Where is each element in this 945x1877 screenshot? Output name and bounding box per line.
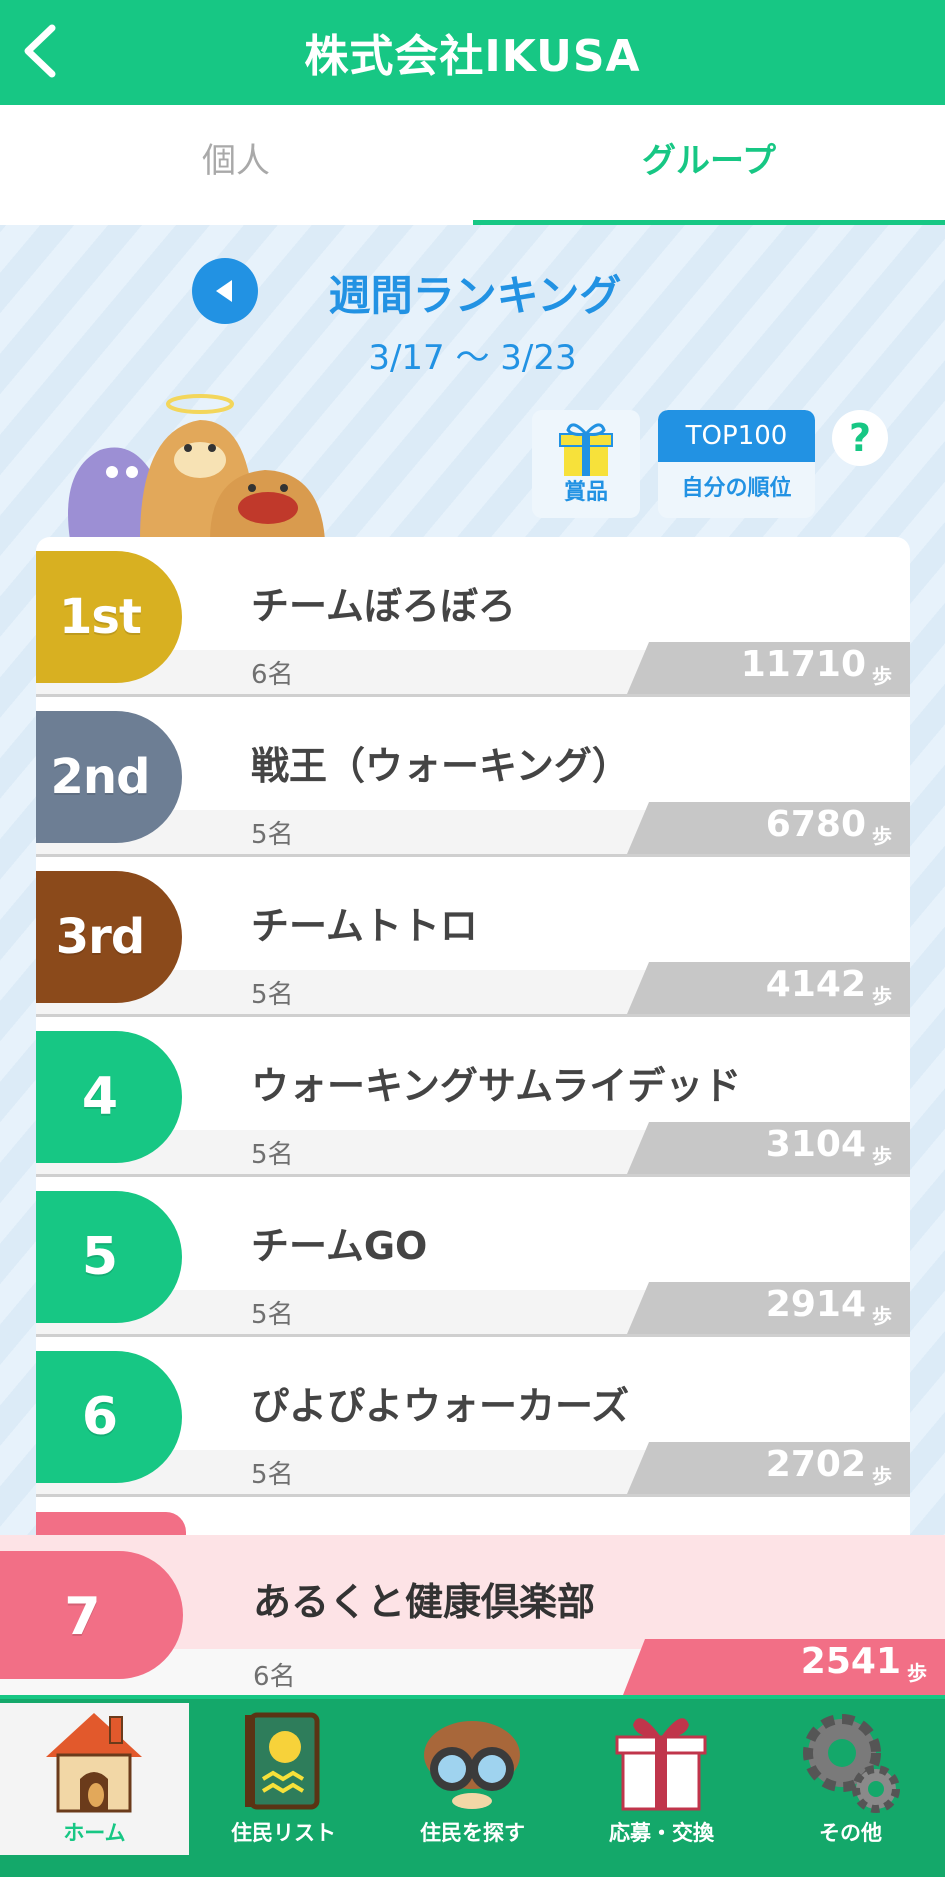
rank-badge: 4	[36, 1031, 182, 1163]
steps-box: 2702 歩	[627, 1442, 910, 1494]
page-title: 株式会社IKUSA	[304, 31, 641, 82]
nav-home[interactable]: ホーム	[0, 1703, 189, 1855]
prize-button[interactable]: 賞品	[532, 410, 640, 518]
team-name: あるくと健康倶楽部	[253, 1580, 596, 1624]
steps-unit: 歩	[872, 1464, 892, 1488]
member-count: 5名	[251, 820, 294, 850]
caret-left-icon	[216, 280, 232, 302]
team-name: チームぼろぼろ	[251, 584, 516, 628]
steps-box: 2541 歩	[623, 1639, 945, 1695]
nav-label: 住民リスト	[231, 1821, 336, 1845]
steps-unit: 歩	[872, 824, 892, 848]
member-count: 5名	[251, 980, 294, 1010]
steps-unit: 歩	[872, 1304, 892, 1328]
ranking-row[interactable]: 3rd チームトトロ 5名 4142 歩	[36, 857, 910, 1017]
ranking-row[interactable]: 5 チームGO 5名 2914 歩	[36, 1177, 910, 1337]
member-count: 6名	[251, 660, 294, 690]
gift-box-icon	[559, 423, 613, 476]
steps-box: 11710 歩	[627, 642, 910, 694]
rank-number: 6	[81, 1387, 119, 1447]
gear-icon	[803, 1714, 900, 1813]
steps-box: 6780 歩	[627, 802, 910, 854]
nav-label: 住民を探す	[420, 1821, 525, 1845]
steps-value: 2914	[765, 1284, 866, 1325]
team-name: チームGO	[251, 1224, 428, 1268]
tab-individual[interactable]: 個人	[0, 105, 472, 225]
member-count: 5名	[251, 1140, 294, 1170]
steps-unit: 歩	[872, 1144, 892, 1168]
steps-value: 4142	[765, 964, 866, 1005]
nav-apply-exchange[interactable]: 応募・交換	[567, 1703, 756, 1855]
steps-unit: 歩	[907, 1661, 927, 1685]
book-icon	[245, 1712, 320, 1810]
my-rank-label: 自分の順位	[681, 476, 792, 501]
rank-number: 2nd	[50, 749, 151, 805]
member-count: 5名	[251, 1460, 294, 1490]
ranking-title: 週間ランキング	[328, 271, 622, 320]
tab-group[interactable]: グループ	[473, 105, 945, 225]
ranking-row[interactable]: 4 ウォーキングサムライデッド 5名 3104 歩	[36, 1017, 910, 1177]
top100-label: TOP100	[658, 410, 815, 462]
ranking-row[interactable]: 2nd 戦王（ウォーキング） 5名 6780 歩	[36, 697, 910, 857]
member-count: 5名	[251, 1300, 294, 1330]
rank-badge: 6	[36, 1351, 182, 1483]
ranking-row[interactable]: 6 ぴよぴよウォーカーズ 5名 2702 歩	[36, 1337, 910, 1497]
steps-value: 2541	[800, 1641, 901, 1682]
nav-label: ホーム	[63, 1821, 126, 1845]
previous-week-button[interactable]	[192, 258, 258, 324]
team-name: ぴよぴよウォーカーズ	[251, 1384, 630, 1428]
nav-label: 応募・交換	[609, 1821, 714, 1845]
my-rank-badge: 7	[0, 1551, 183, 1679]
rank-number: 4	[81, 1067, 119, 1127]
rank-badge-bronze: 3rd	[36, 871, 182, 1003]
house-icon	[46, 1713, 142, 1813]
ranking-row[interactable]: 1st チームぼろぼろ 6名 11710 歩	[36, 537, 910, 697]
nav-other[interactable]: その他	[756, 1703, 945, 1855]
steps-box: 3104 歩	[627, 1122, 910, 1174]
rank-badge-silver: 2nd	[36, 711, 182, 843]
steps-unit: 歩	[872, 664, 892, 688]
steps-unit: 歩	[872, 984, 892, 1008]
ranking-list: 1st チームぼろぼろ 6名 11710 歩 2nd 戦王（ウォーキング） 5名…	[36, 537, 910, 1537]
steps-box: 2914 歩	[627, 1282, 910, 1334]
team-name: 戦王（ウォーキング）	[251, 744, 630, 788]
rank-number: 3rd	[55, 909, 145, 965]
mascot-characters-illustration	[68, 394, 325, 540]
app-header: 株式会社IKUSA	[0, 0, 945, 105]
nav-find-residents[interactable]: 住民を探す	[378, 1703, 567, 1855]
my-team-row[interactable]: 7 あるくと健康倶楽部 6名 2541 歩	[0, 1535, 945, 1695]
rank-badge: 5	[36, 1191, 182, 1323]
help-button[interactable]: ?	[832, 410, 888, 466]
member-count: 6名	[253, 1662, 296, 1692]
nav-resident-list[interactable]: 住民リスト	[189, 1703, 378, 1855]
rank-number: 5	[81, 1227, 119, 1287]
date-range: 3/17 〜 3/23	[368, 338, 577, 378]
steps-box: 4142 歩	[627, 962, 910, 1014]
steps-value: 3104	[765, 1124, 866, 1165]
rank-badge-gold: 1st	[36, 551, 182, 683]
bottom-navigation: ホーム 住民リスト 住民を探す 応募・交換 その他	[0, 1695, 945, 1877]
gift-icon	[615, 1718, 707, 1811]
prize-label: 賞品	[563, 480, 608, 505]
steps-value: 6780	[765, 804, 866, 845]
team-name: チームトトロ	[251, 904, 478, 948]
rank-number: 1st	[59, 589, 142, 645]
rank-number: 7	[64, 1587, 101, 1647]
top100-button[interactable]: TOP100 自分の順位	[658, 410, 815, 518]
steps-value: 11710	[740, 644, 866, 685]
steps-value: 2702	[765, 1444, 866, 1485]
tab-bar: 個人 グループ	[0, 105, 945, 225]
binoculars-icon	[424, 1721, 520, 1809]
nav-label: その他	[819, 1821, 882, 1845]
team-name: ウォーキングサムライデッド	[251, 1064, 742, 1108]
